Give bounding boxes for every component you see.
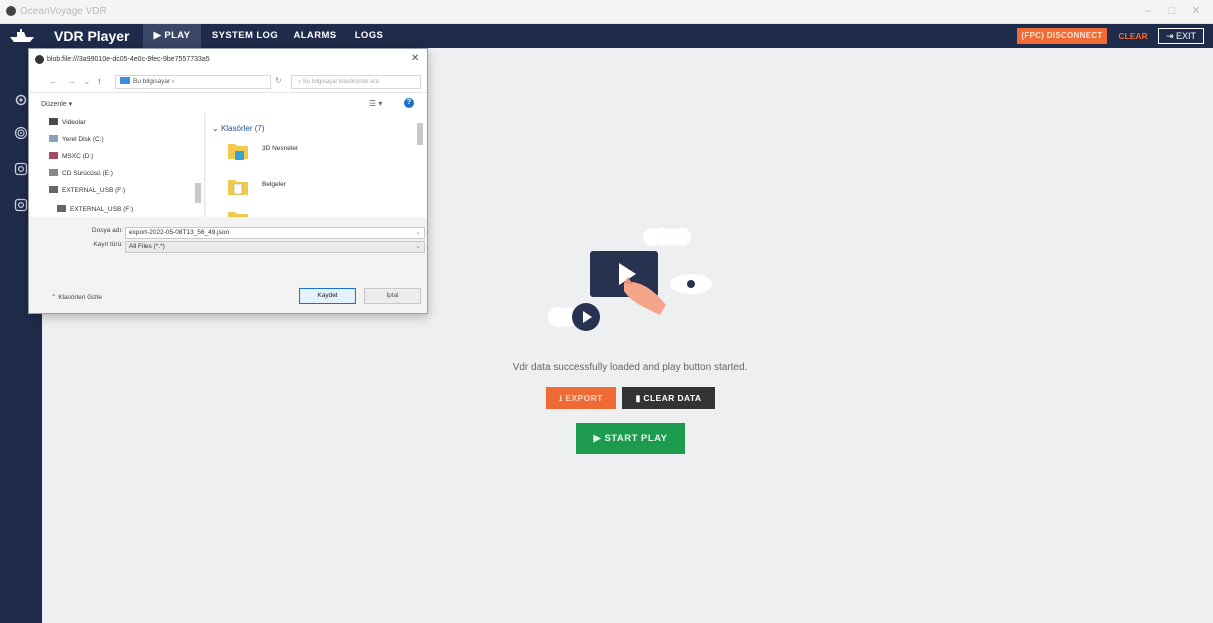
tree-item-label: CD Sürücüsü (E:) bbox=[62, 170, 113, 177]
search-input[interactable]: ⌕ Bu bilgisayar klasöründe ara bbox=[291, 75, 421, 89]
export-label: EXPORT bbox=[565, 393, 603, 403]
tree-item-label: Videolar bbox=[62, 119, 86, 126]
filename-label: Dosya adı: bbox=[91, 227, 123, 234]
tree-item-label: EXTERNAL_USB (F:) bbox=[62, 187, 126, 194]
clear-data-label: CLEAR DATA bbox=[643, 393, 702, 403]
chevron-down-icon: ⌄ bbox=[415, 243, 421, 250]
window-title: OceanVoyage VDR bbox=[20, 6, 107, 17]
tree-item-label: EXTERNAL_USB (F:) bbox=[70, 206, 134, 213]
filetype-select[interactable]: All Files (*.*) ⌄ bbox=[125, 241, 425, 253]
path-label: Bu bilgisayar bbox=[133, 78, 171, 85]
camera-icon[interactable] bbox=[14, 162, 28, 176]
tree-item-label: Yerel Disk (C:) bbox=[62, 136, 104, 143]
forward-arrow-icon[interactable]: → bbox=[67, 76, 76, 86]
filename-value: export-2022-05-08T13_56_49.json bbox=[129, 229, 230, 236]
command-bar: Düzenle ▾ ☰ ▾ ? bbox=[29, 93, 427, 113]
fpc-disconnect-button[interactable]: (FPC) DISCONNECT bbox=[1017, 28, 1107, 44]
filename-input[interactable]: export-2022-05-08T13_56_49.json ⌄ bbox=[125, 227, 425, 239]
folder-3d-objects-icon[interactable] bbox=[226, 139, 250, 163]
filetype-value: All Files (*.*) bbox=[129, 243, 165, 250]
navigation-tree: Videolar Yerel Disk (C:) MSXC (D:) CD Sü… bbox=[29, 113, 205, 217]
maximize-button[interactable]: □ bbox=[1161, 2, 1183, 20]
dialog-titlebar: blob:file:///3a99010e-dc05-4e0c-9fec-9be… bbox=[29, 49, 427, 71]
app-icon bbox=[6, 6, 16, 16]
path-input[interactable]: Bu bilgisayar › bbox=[115, 75, 271, 89]
usb-drive-icon bbox=[57, 205, 66, 212]
dialog-favicon-icon bbox=[35, 55, 44, 64]
ship-logo-icon bbox=[10, 29, 34, 42]
filetype-label: Kayıt türü: bbox=[93, 241, 123, 248]
organize-menu[interactable]: Düzenle ▾ bbox=[41, 100, 72, 108]
folder-scrollbar[interactable] bbox=[417, 123, 423, 145]
chevron-down-icon: ⌄ bbox=[415, 229, 421, 236]
computer-icon bbox=[120, 77, 130, 84]
tab-system-log[interactable]: SYSTEM LOG bbox=[209, 24, 281, 48]
video-play-illustration bbox=[548, 228, 712, 331]
folder-name[interactable]: Belgeler bbox=[262, 181, 286, 188]
search-icon: ⌕ bbox=[298, 79, 302, 85]
clear-button[interactable]: CLEAR bbox=[1113, 28, 1153, 44]
folder-icon[interactable] bbox=[226, 207, 250, 217]
top-navbar: VDR Player ▶ PLAY SYSTEM LOG ALARMS LOGS… bbox=[0, 24, 1213, 48]
tab-play[interactable]: ▶ PLAY bbox=[143, 24, 201, 48]
view-options-icon[interactable]: ☰ ▾ bbox=[369, 99, 382, 108]
folder-name[interactable]: 3D Nesneler bbox=[262, 145, 298, 152]
export-button[interactable]: ⭳ EXPORT bbox=[546, 387, 616, 409]
tree-item-cd-drive[interactable]: CD Sürücüsü (E:) bbox=[49, 169, 113, 177]
trash-icon: ▮ bbox=[635, 393, 641, 403]
up-arrow-icon[interactable]: ↑ bbox=[97, 76, 102, 86]
start-play-button[interactable]: ▶ START PLAY bbox=[576, 423, 685, 454]
video-folder-icon bbox=[49, 118, 58, 125]
export-icon: ⭳ bbox=[559, 393, 563, 403]
help-icon[interactable]: ? bbox=[404, 98, 414, 108]
folder-group-label: Klasörler (7) bbox=[220, 124, 265, 133]
tree-item-external-usb-2[interactable]: EXTERNAL_USB (F:) bbox=[57, 205, 133, 213]
tree-item-videos[interactable]: Videolar bbox=[49, 118, 86, 126]
fingerprint-icon[interactable] bbox=[14, 126, 28, 140]
cd-drive-icon bbox=[49, 169, 58, 176]
hide-folders-toggle[interactable]: ⌃ Klasörleri Gizle bbox=[51, 293, 102, 301]
address-bar: ← → ⌄ ↑ Bu bilgisayar › ↻ ⌕ Bu bilgisaya… bbox=[29, 71, 427, 93]
drive-icon bbox=[49, 135, 58, 142]
play-icon: ▶ bbox=[593, 433, 602, 444]
window-titlebar: OceanVoyage VDR – □ ✕ bbox=[0, 0, 1213, 24]
window-close-button[interactable]: ✕ bbox=[1185, 2, 1207, 20]
tree-item-local-disk[interactable]: Yerel Disk (C:) bbox=[49, 135, 104, 143]
usb-drive-icon bbox=[49, 186, 58, 193]
exit-icon: ⇥ bbox=[1165, 31, 1174, 41]
tree-item-external-usb[interactable]: EXTERNAL_USB (F:) bbox=[49, 186, 125, 194]
app-brand: VDR Player bbox=[54, 28, 130, 44]
exit-label: EXIT bbox=[1176, 31, 1197, 41]
camera-icon[interactable] bbox=[14, 198, 28, 212]
tree-item-msxc[interactable]: MSXC (D:) bbox=[49, 152, 93, 160]
dialog-url: blob:file:///3a99010e-dc05-4e0c-9fec-9be… bbox=[47, 56, 210, 63]
dialog-close-button[interactable]: ✕ bbox=[411, 53, 419, 64]
start-play-label: START PLAY bbox=[604, 433, 668, 444]
save-button[interactable]: Kaydet bbox=[299, 288, 356, 304]
tree-item-label: MSXC (D:) bbox=[62, 153, 94, 160]
minimize-button[interactable]: – bbox=[1137, 2, 1159, 20]
folder-documents-icon[interactable] bbox=[226, 175, 250, 199]
gear-icon[interactable] bbox=[14, 93, 28, 107]
drive-icon bbox=[49, 152, 58, 159]
tab-logs[interactable]: LOGS bbox=[348, 24, 390, 48]
folder-group-header[interactable]: ⌄ Klasörler (7) bbox=[212, 124, 265, 133]
hide-folders-label: Klasörleri Gizle bbox=[58, 294, 102, 301]
search-placeholder: Bu bilgisayar klasöründe ara bbox=[303, 79, 379, 85]
status-message: Vdr data successfully loaded and play bu… bbox=[512, 362, 748, 373]
cancel-button[interactable]: İptal bbox=[364, 288, 421, 304]
folder-view: ⌄ Klasörler (7) 3D Nesneler Belgeler bbox=[206, 113, 427, 217]
clear-data-button[interactable]: ▮ CLEAR DATA bbox=[622, 387, 715, 409]
save-file-dialog: blob:file:///3a99010e-dc05-4e0c-9fec-9be… bbox=[28, 48, 428, 314]
refresh-icon[interactable]: ↻ bbox=[275, 76, 282, 85]
tree-scrollbar[interactable] bbox=[195, 183, 201, 203]
exit-button[interactable]: ⇥ EXIT bbox=[1158, 28, 1204, 44]
dropdown-arrow-icon[interactable]: ⌄ bbox=[83, 76, 91, 87]
tab-alarms[interactable]: ALARMS bbox=[290, 24, 340, 48]
back-arrow-icon[interactable]: ← bbox=[49, 76, 58, 86]
